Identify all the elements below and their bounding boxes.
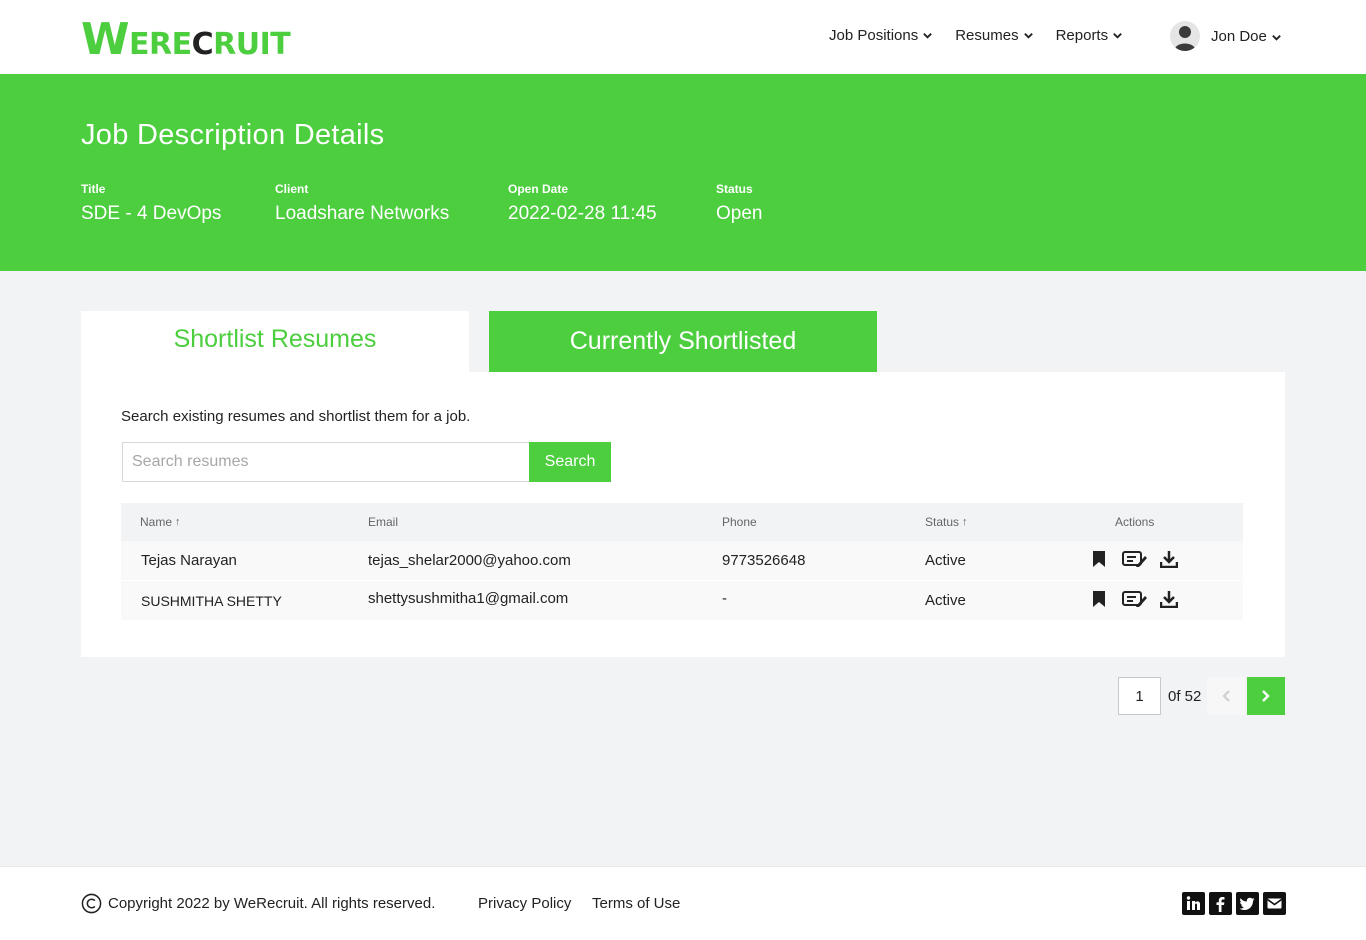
cell-name: SUSHMITHA SHETTY — [141, 593, 282, 609]
bookmark-icon[interactable] — [1092, 590, 1106, 608]
field-title: Title SDE - 4 DevOps — [81, 182, 221, 225]
cell-phone: - — [722, 590, 727, 607]
top-navbar: WERECRUIT Job Positions Resumes Reports … — [0, 0, 1366, 74]
tab-shortlist-resumes[interactable]: Shortlist Resumes — [81, 311, 469, 372]
chevron-down-icon — [923, 33, 933, 39]
field-status: Status Open — [716, 182, 762, 225]
nav-reports-label: Reports — [1055, 27, 1109, 44]
job-details-banner: Job Description Details Title SDE - 4 De… — [0, 74, 1366, 271]
cell-email: tejas_shelar2000@yahoo.com — [368, 552, 571, 569]
download-icon[interactable] — [1160, 550, 1178, 568]
field-label: Open Date — [508, 182, 569, 196]
cell-name: Tejas Narayan — [141, 552, 237, 569]
tab-currently-shortlisted[interactable]: Currently Shortlisted — [489, 311, 877, 372]
table-row: SUSHMITHA SHETTY shettysushmitha1@gmail.… — [121, 581, 1243, 621]
mail-icon[interactable] — [1263, 892, 1286, 915]
footer: Copyright 2022 by WeRecruit. All rights … — [0, 866, 1366, 940]
page-number-input[interactable]: 1 — [1118, 677, 1161, 715]
column-label: Actions — [1115, 515, 1155, 529]
column-label: Name — [140, 515, 173, 529]
nav-job-positions-label: Job Positions — [829, 27, 919, 44]
page-title: Job Description Details — [81, 119, 385, 151]
chevron-down-icon — [1113, 33, 1122, 39]
copyright: Copyright 2022 by WeRecruit. All rights … — [81, 893, 435, 914]
row-actions — [1092, 590, 1178, 608]
shortlist-panel: Search existing resumes and shortlist th… — [81, 372, 1285, 657]
nav-resumes[interactable]: Resumes — [955, 27, 1033, 44]
sort-arrow-icon: ↑ — [962, 516, 968, 528]
field-value: SDE - 4 DevOps — [81, 203, 222, 224]
cell-status: Active — [925, 552, 966, 569]
column-header-phone: Phone — [722, 515, 757, 529]
prev-page-button[interactable] — [1207, 677, 1246, 715]
main-nav: Job Positions Resumes Reports — [829, 27, 1145, 44]
nav-resumes-label: Resumes — [955, 27, 1019, 44]
column-header-status[interactable]: Status ↑ — [925, 515, 968, 529]
search-button[interactable]: Search — [529, 442, 611, 482]
field-label: Status — [716, 182, 753, 196]
copyright-icon — [81, 893, 102, 914]
linkedin-icon[interactable] — [1182, 892, 1205, 915]
column-header-name[interactable]: Name ↑ — [140, 515, 181, 529]
social-links — [1182, 892, 1290, 915]
table-row: Tejas Narayan tejas_shelar2000@yahoo.com… — [121, 541, 1243, 581]
chevron-down-icon — [1272, 35, 1281, 41]
cell-email: shettysushmitha1@gmail.com — [368, 590, 569, 607]
avatar — [1170, 21, 1200, 51]
pagination: 1 0f 52 — [1118, 677, 1286, 715]
resumes-table: Name ↑ Email Phone Status ↑ Actions Tejas … — [121, 503, 1243, 621]
twitter-icon[interactable] — [1236, 892, 1259, 915]
user-avatar-icon — [1174, 26, 1196, 51]
chevron-right-icon — [1262, 690, 1271, 702]
field-value: Open — [716, 203, 763, 224]
column-header-email: Email — [368, 515, 398, 529]
terms-of-use-link[interactable]: Terms of Use — [592, 895, 680, 912]
user-menu[interactable]: Jon Doe — [1170, 21, 1282, 51]
search-input[interactable] — [122, 442, 530, 482]
cell-phone: 9773526648 — [722, 552, 806, 569]
facebook-icon[interactable] — [1209, 892, 1232, 915]
field-label: Title — [81, 182, 106, 196]
panel-description: Search existing resumes and shortlist th… — [121, 408, 471, 425]
column-header-actions: Actions — [1115, 515, 1154, 529]
field-value: 2022-02-28 11:45 — [508, 203, 657, 224]
page-total: 0f 52 — [1168, 687, 1202, 705]
column-label: Status — [925, 515, 960, 529]
row-actions — [1092, 550, 1178, 568]
cell-status: Active — [925, 592, 966, 609]
chevron-left-icon — [1222, 690, 1231, 702]
nav-job-positions[interactable]: Job Positions — [829, 27, 933, 44]
field-label: Client — [275, 182, 309, 196]
next-page-button[interactable] — [1247, 677, 1286, 715]
bookmark-icon[interactable] — [1092, 550, 1106, 568]
werecruit-logo[interactable]: WERECRUIT — [81, 12, 291, 62]
nav-reports[interactable]: Reports — [1056, 27, 1124, 44]
privacy-policy-link[interactable]: Privacy Policy — [478, 895, 571, 912]
copyright-text: Copyright 2022 by WeRecruit. All rights … — [108, 895, 436, 912]
edit-notes-icon[interactable] — [1122, 550, 1148, 568]
edit-notes-icon[interactable] — [1122, 590, 1148, 608]
column-label: Email — [368, 515, 399, 529]
column-label: Phone — [722, 515, 757, 529]
download-icon[interactable] — [1160, 590, 1178, 608]
sort-arrow-icon: ↑ — [175, 516, 181, 528]
chevron-down-icon — [1023, 33, 1033, 39]
field-open-date: Open Date 2022-02-28 11:45 — [508, 182, 657, 225]
field-value: Loadshare Networks — [275, 203, 450, 224]
field-client: Client Loadshare Networks — [275, 182, 449, 225]
user-name: Jon Doe — [1211, 27, 1267, 45]
table-header: Name ↑ Email Phone Status ↑ Actions — [121, 503, 1243, 541]
